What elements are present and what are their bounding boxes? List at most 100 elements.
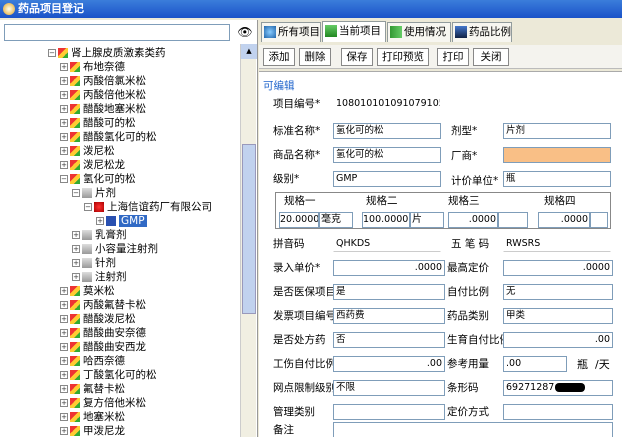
barcode-field[interactable]: 69271287 (503, 380, 613, 396)
spec2-unit-field[interactable]: 片 (410, 212, 444, 228)
print-preview-button[interactable]: 打印预览 (377, 48, 429, 66)
collapse-icon[interactable]: − (60, 175, 68, 183)
tree-node[interactable]: + 醋酸曲安奈德 (60, 326, 146, 340)
tree-node[interactable]: + 地塞米松 (60, 410, 125, 424)
expand-icon[interactable]: + (60, 315, 68, 323)
expand-icon[interactable]: + (60, 399, 68, 407)
tree-node[interactable]: + 醋酸氢化可的松 (60, 130, 157, 144)
expand-icon[interactable]: + (60, 119, 68, 127)
pricing-field[interactable] (503, 404, 613, 420)
rx-field[interactable]: 否 (333, 332, 445, 348)
collapse-icon[interactable]: − (72, 189, 80, 197)
expand-icon[interactable]: + (60, 105, 68, 113)
close-button[interactable]: 关闭 (473, 48, 509, 66)
tree-node[interactable]: + 莫米松 (60, 284, 115, 298)
delete-button[interactable]: 删除 (299, 48, 331, 66)
trade-name-field[interactable]: 氢化可的松 (333, 147, 441, 163)
tab-drug-ratio[interactable]: 药品比例 (452, 22, 512, 42)
pharmacy-limit-field[interactable]: 不限 (333, 380, 445, 396)
tree-node[interactable]: + 甲泼尼龙 (60, 424, 125, 437)
tree-node[interactable]: − 上海信谊药厂有限公司 (84, 200, 212, 214)
expand-icon[interactable]: + (60, 77, 68, 85)
expand-icon[interactable]: + (60, 357, 68, 365)
std-name-field[interactable]: 氢化可的松 (333, 123, 441, 139)
mgmt-field[interactable] (333, 404, 445, 420)
max-price-field[interactable]: .0000 (503, 260, 613, 276)
tab-current-item[interactable]: 当前项目 (322, 21, 386, 42)
expand-icon[interactable]: + (72, 245, 80, 253)
dosage-field[interactable]: 片剂 (503, 123, 611, 139)
tree-node[interactable]: + 丁酸氢化可的松 (60, 368, 157, 382)
tree-node[interactable]: + 乳膏剂 (72, 228, 127, 242)
spec3-unit-field[interactable] (498, 212, 528, 228)
spec2-value-field[interactable]: 100.0000 (362, 212, 410, 228)
expand-icon[interactable]: + (60, 329, 68, 337)
pinyin-field[interactable]: QHKDS (333, 236, 441, 252)
tree-node[interactable]: − 肾上腺皮质激素类药 (48, 46, 166, 60)
collapse-icon[interactable]: − (48, 49, 56, 57)
save-button[interactable]: 保存 (341, 48, 373, 66)
expand-icon[interactable]: + (60, 63, 68, 71)
scroll-up-icon[interactable]: ▲ (241, 44, 257, 59)
expand-icon[interactable]: + (60, 371, 68, 379)
wubi-field[interactable]: RWSRS (503, 236, 611, 252)
collapse-icon[interactable]: − (84, 203, 92, 211)
tree-node[interactable]: + 针剂 (72, 256, 116, 270)
tree-node[interactable]: + 氟替卡松 (60, 382, 125, 396)
tree-node[interactable]: + 复方倍他米松 (60, 396, 146, 410)
expand-icon[interactable]: + (60, 427, 68, 435)
fertility-field[interactable]: .00 (503, 332, 613, 348)
tree-node[interactable]: + 醋酸泼尼松 (60, 312, 136, 326)
expand-icon[interactable]: + (60, 133, 68, 141)
drug-category-field[interactable]: 甲类 (503, 308, 613, 324)
expand-icon[interactable]: + (60, 161, 68, 169)
tree-node[interactable]: + 小容量注射剂 (72, 242, 158, 256)
tree-node[interactable]: + 布地奈德 (60, 60, 125, 74)
tree-node[interactable]: + 注射剂 (72, 270, 127, 284)
scroll-thumb[interactable] (242, 144, 256, 314)
spec4-unit-field[interactable] (590, 212, 608, 228)
expand-icon[interactable]: + (60, 147, 68, 155)
tree-node[interactable]: + 醋酸可的松 (60, 116, 136, 130)
binoculars-icon[interactable]: 👁 (236, 24, 254, 41)
tree-node[interactable]: + 丙酸倍他米松 (60, 88, 146, 102)
print-button[interactable]: 打印 (437, 48, 469, 66)
tree-node[interactable]: + 丙酸倍氯米松 (60, 74, 146, 88)
expand-icon[interactable]: + (72, 273, 80, 281)
tree-node[interactable]: + 丙酸氟替卡松 (60, 298, 146, 312)
add-button[interactable]: 添加 (263, 48, 295, 66)
medins-field[interactable]: 是 (333, 284, 445, 300)
tree-node[interactable]: + 泼尼松 (60, 144, 115, 158)
invoice-field[interactable]: 西药费 (333, 308, 445, 324)
tree-scrollbar[interactable]: ▲ (240, 44, 257, 437)
expand-icon[interactable]: + (60, 385, 68, 393)
tree-node[interactable]: − 氢化可的松 (60, 172, 136, 186)
grade-field[interactable]: GMP (333, 171, 441, 187)
injury-field[interactable]: .00 (333, 356, 445, 372)
maker-field[interactable] (503, 147, 611, 163)
expand-icon[interactable]: + (60, 91, 68, 99)
expand-icon[interactable]: + (72, 259, 80, 267)
spec1-unit-field[interactable]: 毫克 (319, 212, 353, 228)
tab-all-items[interactable]: 所有项目 (261, 22, 321, 42)
expand-icon[interactable]: + (72, 231, 80, 239)
unit-field[interactable]: 瓶 (503, 171, 611, 187)
tree-node[interactable]: − 片剂 (72, 186, 116, 200)
note-field[interactable] (333, 422, 613, 437)
expand-icon[interactable]: + (60, 301, 68, 309)
spec4-value-field[interactable]: .0000 (538, 212, 590, 228)
spec3-value-field[interactable]: .0000 (448, 212, 498, 228)
tree-search-input[interactable] (4, 24, 230, 41)
tree-node[interactable]: + 泼尼松龙 (60, 158, 125, 172)
tab-usage[interactable]: 使用情况 (387, 22, 451, 42)
tree-node[interactable]: + GMP (96, 214, 147, 228)
expand-icon[interactable]: + (60, 343, 68, 351)
dose-field[interactable]: .00 (503, 356, 567, 372)
self-ratio-field[interactable]: 无 (503, 284, 613, 300)
expand-icon[interactable]: + (60, 287, 68, 295)
expand-icon[interactable]: + (96, 217, 104, 225)
tree-node[interactable]: + 醋酸曲安西龙 (60, 340, 146, 354)
expand-icon[interactable]: + (60, 413, 68, 421)
tree-node[interactable]: + 哈西奈德 (60, 354, 125, 368)
price-field[interactable]: .0000 (333, 260, 445, 276)
